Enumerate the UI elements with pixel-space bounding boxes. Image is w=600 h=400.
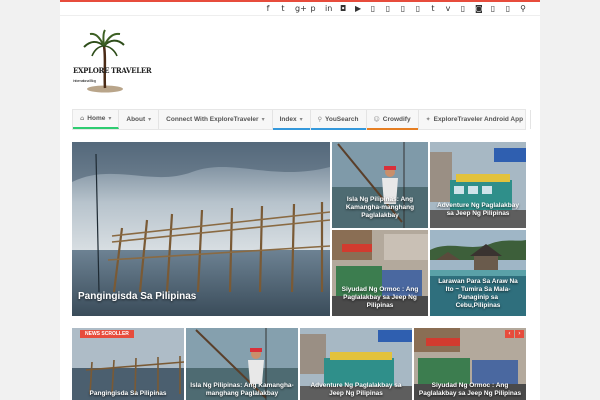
nav-label: Crowdify xyxy=(382,116,411,123)
instagram-icon[interactable]: ◙ xyxy=(475,3,483,15)
icon-7[interactable]: ▯ xyxy=(370,3,376,15)
nav-label: YouSearch xyxy=(325,116,359,123)
tumblr-icon[interactable]: t xyxy=(430,3,436,15)
nav-item-home[interactable]: ⌂ Home ▾ xyxy=(73,110,120,129)
search-icon[interactable]: ⚲ xyxy=(520,3,526,15)
nav-label: About xyxy=(126,116,146,123)
scroller-item-title[interactable]: Pangingisda Sa Pilipinas xyxy=(76,390,180,398)
scroller-controls: ‹ › xyxy=(504,330,524,338)
icon-10[interactable]: ▯ xyxy=(415,3,421,15)
scroller-prev-button[interactable]: ‹ xyxy=(505,330,514,338)
icon-8[interactable]: ▯ xyxy=(385,3,391,15)
nav-label: Home xyxy=(87,115,106,122)
nav-label: ExploreTraveler Android App xyxy=(433,116,524,123)
scroller-item[interactable]: Adventure Ng Paglalakbay sa Jeep Ng Pili… xyxy=(300,328,412,400)
page: f t g+ p in ◘ ▶ ▯ ▯ ▯ ▯ t v ▯ ◙ ▯ ▯ ⚲ EXPLORE TRAVELER In… xyxy=(60,0,540,400)
google-plus-icon[interactable]: g+ xyxy=(295,3,307,15)
nav-icon: ⚲ xyxy=(317,116,323,123)
nav-item-yousearch[interactable]: ⚲ YouSearch xyxy=(310,110,367,130)
featured-tile-2-title[interactable]: Adventure Ng Paglalakbay sa Jeep Ng Pili… xyxy=(436,202,520,218)
flickr-icon[interactable]: ◘ xyxy=(340,3,346,15)
scroller-next-button[interactable]: › xyxy=(515,330,524,338)
icon-16[interactable]: ▯ xyxy=(505,3,511,15)
featured-main-title[interactable]: Pangingisda Sa Pilipinas xyxy=(78,291,324,302)
nav-item-index[interactable]: Index ▾ xyxy=(272,110,311,130)
featured-tile-3-title[interactable]: Siyudad Ng Ormoc : Ang Paglalakbay sa Je… xyxy=(338,286,422,310)
featured-main-post[interactable]: Pangingisda Sa Pilipinas xyxy=(72,142,330,316)
pinterest-icon[interactable]: p xyxy=(310,3,316,15)
scroller-item[interactable]: Siyudad Ng Ormoc : Ang Paglalakbay sa Je… xyxy=(414,328,526,400)
scroller-item-title[interactable]: Adventure Ng Paglalakbay sa Jeep Ng Pili… xyxy=(304,382,408,398)
featured-tile-1-title[interactable]: Isla Ng Pilipinas: Ang Kamangha-manghang… xyxy=(338,196,422,220)
icon-13[interactable]: ▯ xyxy=(460,3,466,15)
scroller-item[interactable]: Pangingisda Sa Pilipinas xyxy=(72,328,184,400)
nav-label: Index xyxy=(279,116,297,123)
featured-tile-4-title[interactable]: Larawan Para Sa Araw Na Ito ~ Tumira Sa … xyxy=(436,278,520,310)
news-scroller-badge: NEWS SCROLLER xyxy=(80,330,134,338)
facebook-icon[interactable]: f xyxy=(265,3,271,15)
nav-item-exploretraveler-android-app[interactable]: ✦ ExploreTraveler Android App xyxy=(419,110,532,129)
fishing-pier-photo xyxy=(72,142,330,316)
nav-icon: ☺ xyxy=(373,116,380,123)
nav-underline xyxy=(366,128,418,130)
nav-icon: ✦ xyxy=(425,116,431,123)
featured-tile-2[interactable]: Adventure Ng Paglalakbay sa Jeep Ng Pili… xyxy=(430,142,526,228)
chevron-down-icon: ▾ xyxy=(148,116,152,123)
scroller-item-title[interactable]: Isla Ng Pilipinas: Ang Kamangha-manghang… xyxy=(190,382,294,398)
nav-item-crowdify[interactable]: ☺ Crowdify xyxy=(366,110,419,130)
featured-tile-3[interactable]: Siyudad Ng Ormoc : Ang Paglalakbay sa Je… xyxy=(332,230,428,316)
scroller-item-title[interactable]: Siyudad Ng Ormoc : Ang Paglalakbay sa Je… xyxy=(418,382,522,398)
logo-text-traveler: TRAVELER xyxy=(111,66,152,75)
nav-underline xyxy=(272,128,310,130)
chevron-down-icon: ▾ xyxy=(299,116,303,123)
vimeo-icon[interactable]: v xyxy=(445,3,451,15)
main-nav: ⌂ Home ▾ About ▾ Connect With ExploreTraveler… xyxy=(72,109,532,130)
nav-icon: ⌂ xyxy=(80,115,85,122)
featured-grid: Pangingisda Sa Pilipinas Isla Ng Pilipin… xyxy=(72,142,526,316)
icon-9[interactable]: ▯ xyxy=(400,3,406,15)
logo-tagline: Informational Blog xyxy=(73,79,96,83)
nav-item-about[interactable]: About ▾ xyxy=(119,110,160,129)
top-social-bar: f t g+ p in ◘ ▶ ▯ ▯ ▯ ▯ t v ▯ ◙ ▯ ▯ ⚲ xyxy=(60,0,540,16)
news-scroller: NEWS SCROLLER ‹ › Pangingisda Sa Pilipin… xyxy=(72,328,526,400)
chevron-down-icon: ▾ xyxy=(108,115,112,122)
nav-label: Connect With ExploreTraveler xyxy=(166,116,259,123)
social-icons: f t g+ p in ◘ ▶ ▯ ▯ ▯ ▯ t v ▯ ◙ ▯ ▯ ⚲ xyxy=(265,3,526,15)
nav-underline xyxy=(310,128,366,130)
featured-tile-4[interactable]: Larawan Para Sa Araw Na Ito ~ Tumira Sa … xyxy=(430,230,526,316)
icon-15[interactable]: ▯ xyxy=(490,3,496,15)
site-logo[interactable]: EXPLORE TRAVELER Informational Blog xyxy=(72,28,152,96)
palm-tree-icon xyxy=(83,29,125,93)
featured-tile-1[interactable]: Isla Ng Pilipinas: Ang Kamangha-manghang… xyxy=(332,142,428,228)
youtube-icon[interactable]: ▶ xyxy=(355,3,361,15)
twitter-icon[interactable]: t xyxy=(280,3,286,15)
chevron-down-icon: ▾ xyxy=(261,116,265,123)
scroller-item[interactable]: Isla Ng Pilipinas: Ang Kamangha-manghang… xyxy=(186,328,298,400)
nav-item-connect-with-exploretraveler[interactable]: Connect With ExploreTraveler ▾ xyxy=(159,110,273,129)
linkedin-icon[interactable]: in xyxy=(325,3,332,15)
logo-text-explore: EXPLORE xyxy=(73,66,110,75)
